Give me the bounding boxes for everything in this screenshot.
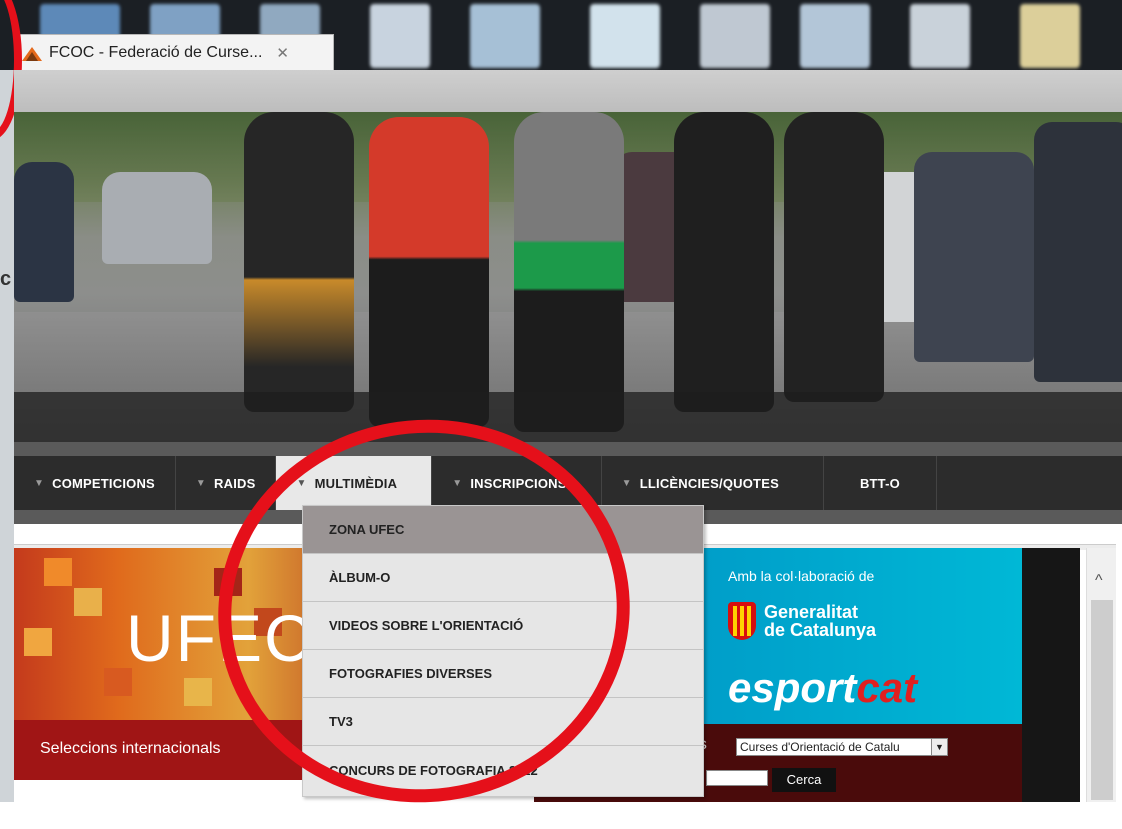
menu-item-tv3[interactable]: TV3 — [303, 698, 703, 746]
browser-top-strip: FCOC - Federació de Curse... ✕ — [0, 0, 1122, 70]
esportcat-logo[interactable]: esportcat — [728, 664, 917, 712]
scrollbar-thumb[interactable] — [1091, 600, 1113, 800]
menu-item-videos[interactable]: VIDEOS SOBRE L'ORIENTACIÓ — [303, 602, 703, 650]
hero-image — [14, 112, 1122, 442]
blurred-thumbnail — [590, 4, 660, 68]
nav-item-competicions[interactable]: ▼ COMPETICIONS — [14, 456, 176, 510]
generalitat-logo[interactable]: Generalitat de Catalunya — [728, 602, 876, 640]
car — [102, 172, 212, 264]
nav-item-raids[interactable]: ▼ RAIDS — [176, 456, 277, 510]
mosaic-tile — [184, 678, 212, 706]
mosaic-tile — [24, 628, 52, 656]
menu-item-zona-ufec[interactable]: ZONA UFEC — [303, 506, 703, 554]
background-letter: c — [0, 268, 12, 290]
skater — [514, 112, 624, 432]
menu-item-concurs[interactable]: CONCURS DE FOTOGRAFIA 2012 — [303, 746, 703, 794]
select-value: Curses d'Orientació de Catalu — [740, 740, 900, 754]
cat-text: cat — [856, 664, 918, 711]
mosaic-tile — [214, 568, 242, 596]
nav-item-btt-o[interactable]: BTT-O — [824, 456, 937, 510]
ufec-logo-text: UFEC — [126, 601, 314, 675]
nav-item-label: RAIDS — [214, 475, 256, 491]
generalitat-shield-icon — [728, 602, 756, 640]
nav-item-multimedia[interactable]: ▼ MULTIMÈDIA — [276, 456, 433, 510]
menu-item-album-o[interactable]: ÀLBUM-O — [303, 554, 703, 602]
blurred-thumbnail — [1020, 4, 1080, 68]
hero-dark-overlay — [14, 392, 1122, 442]
nav-item-inscripcions[interactable]: ▼ INSCRIPCIONS — [432, 456, 602, 510]
car — [14, 162, 74, 302]
nav-item-label: COMPETICIONS — [52, 475, 155, 491]
chevron-down-icon: ▼ — [621, 477, 632, 489]
background-window-slice: c — [0, 70, 14, 802]
skater — [369, 117, 489, 427]
federation-select[interactable]: Curses d'Orientació de Catalu ▼ — [736, 738, 948, 756]
generalitat-line1: Generalitat — [764, 602, 859, 622]
chevron-down-icon: ▼ — [34, 477, 45, 489]
fcoc-favicon-icon — [21, 44, 43, 62]
blurred-thumbnail — [800, 4, 870, 68]
chevron-down-icon[interactable]: ▼ — [931, 739, 947, 755]
blurred-thumbnail — [370, 4, 430, 68]
scrollbar[interactable]: ^ — [1086, 548, 1116, 802]
esport-text: esport — [728, 664, 857, 711]
close-icon[interactable]: ✕ — [276, 44, 289, 62]
mosaic-tile — [74, 588, 102, 616]
nav-item-llicencies-quotes[interactable]: ▼ LLICÈNCIES/QUOTES — [602, 456, 824, 510]
nav-item-label: LLICÈNCIES/QUOTES — [639, 475, 779, 491]
collab-label: Amb la col·laboració de — [728, 568, 875, 584]
search-button[interactable]: Cerca — [772, 768, 836, 792]
mosaic-tile — [44, 558, 72, 586]
menu-item-fotografies[interactable]: FOTOGRAFIES DIVERSES — [303, 650, 703, 698]
tab-title: FCOC - Federació de Curse... — [49, 43, 263, 61]
skater — [244, 112, 354, 412]
skater — [784, 112, 884, 402]
browser-tab[interactable]: FCOC - Federació de Curse... ✕ — [14, 34, 334, 70]
nav-item-label: BTT-O — [859, 475, 900, 491]
nav-item-label: MULTIMÈDIA — [314, 475, 398, 491]
right-dark-panel — [1022, 548, 1080, 802]
multimedia-dropdown: ZONA UFEC ÀLBUM-O VIDEOS SOBRE L'ORIENTA… — [302, 505, 704, 797]
scroll-up-icon[interactable]: ^ — [1095, 572, 1103, 590]
skater — [674, 112, 774, 412]
car — [1034, 122, 1122, 382]
chevron-down-icon: ▼ — [195, 477, 207, 489]
blurred-thumbnail — [700, 4, 770, 68]
car — [914, 152, 1034, 362]
main-nav: ▼ COMPETICIONS ▼ RAIDS ▼ MULTIMÈDIA ▼ IN… — [14, 456, 1122, 510]
chevron-down-icon: ▼ — [452, 477, 463, 489]
collaboration-banner: Amb la col·laboració de Generalitat de C… — [704, 548, 1022, 724]
separator-band — [14, 442, 1122, 456]
selections-label: Seleccions internacionals — [40, 740, 221, 757]
chevron-down-icon: ▼ — [296, 477, 307, 489]
nav-item-label: INSCRIPCIONS — [470, 475, 567, 491]
header-band — [14, 70, 1122, 112]
search-input[interactable] — [706, 770, 768, 786]
generalitat-line2: de Catalunya — [764, 620, 877, 640]
blurred-thumbnail — [910, 4, 970, 68]
blurred-thumbnail — [470, 4, 540, 68]
